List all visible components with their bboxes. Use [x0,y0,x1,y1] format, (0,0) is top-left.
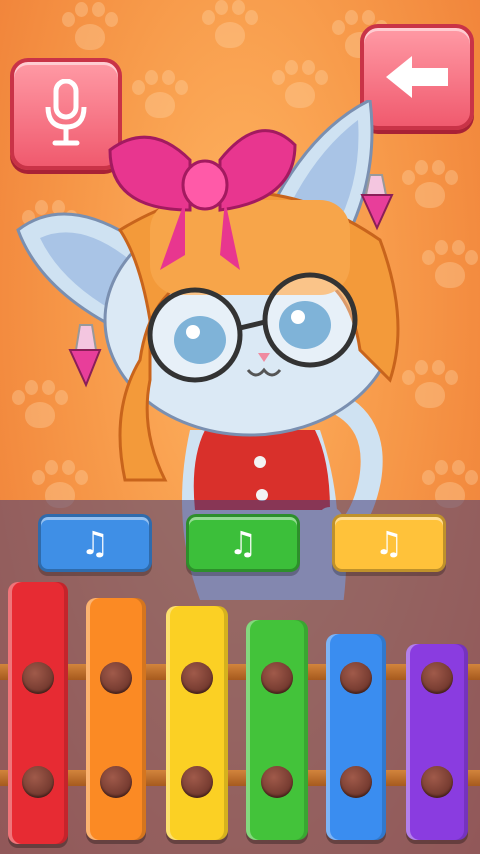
key-nail [181,766,213,798]
music-note-icon: ♫ [374,524,404,562]
key-nail [421,766,453,798]
key-nail [22,766,54,798]
dress-button-top [254,456,266,468]
music-note-icon: ♫ [228,524,258,562]
xylophone-key-orange[interactable] [86,598,146,840]
xylophone-key-purple[interactable] [406,644,468,840]
paw-print [200,0,260,56]
key-nail [340,766,372,798]
back-arrow-icon [386,56,448,98]
xylophone-key-yellow[interactable] [166,606,228,840]
xylophone-key-red[interactable] [8,582,68,844]
key-nail [421,662,453,694]
key-nail [100,662,132,694]
key-nail [261,766,293,798]
paw-print [60,2,120,58]
key-nail [261,662,293,694]
note-button-yellow[interactable]: ♫ [332,514,446,572]
note-button-green[interactable]: ♫ [186,514,300,572]
key-nail [100,766,132,798]
key-nail [340,662,372,694]
music-note-icon: ♫ [80,524,110,562]
note-button-blue[interactable]: ♫ [38,514,152,572]
game-screen: ♫ ♫ ♫ [0,0,480,854]
xylophone-key-blue[interactable] [326,634,386,840]
key-nail [181,662,213,694]
key-nail [22,662,54,694]
xylophone-key-green[interactable] [246,620,308,840]
